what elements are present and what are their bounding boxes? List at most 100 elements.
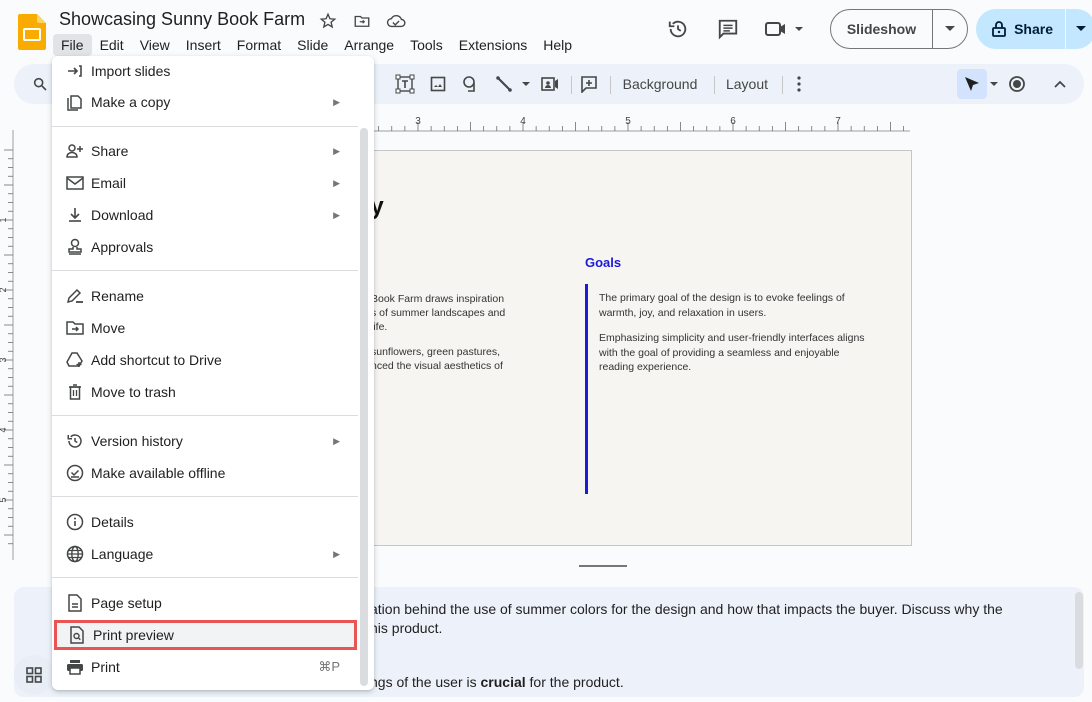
menu-slide[interactable]: Slide — [289, 34, 336, 56]
menu-item-make-available-offline[interactable]: Make available offline — [52, 458, 358, 488]
menu-item-label: Download — [91, 207, 154, 223]
search-menus-icon[interactable] — [28, 64, 52, 104]
line-tool-icon[interactable] — [494, 64, 534, 104]
menu-view[interactable]: View — [132, 34, 178, 56]
menu-extensions[interactable]: Extensions — [451, 34, 535, 56]
left-body-line: life. — [371, 321, 388, 333]
cloud-saved-icon[interactable] — [386, 11, 406, 31]
grid-view-button[interactable] — [14, 655, 54, 695]
menu-item-share[interactable]: Share ▶ — [52, 136, 358, 166]
menu-item-version-history[interactable]: Version history ▶ — [52, 426, 358, 456]
ruler-label: 7 — [835, 116, 841, 127]
slideshow-button[interactable]: Slideshow — [831, 10, 934, 48]
copy-icon — [64, 93, 86, 111]
menu-item-make-a-copy[interactable]: Make a copy ▶ — [52, 87, 358, 117]
menu-item-label: Share — [91, 143, 129, 159]
slideshow-dropdown-button[interactable] — [933, 10, 967, 48]
goals-paragraph-1[interactable]: The primary goal of the design is to evo… — [599, 291, 869, 320]
menu-item-move-to-trash[interactable]: Move to trash — [52, 377, 358, 407]
menu-item-label: Print preview — [93, 627, 174, 643]
menu-item-language[interactable]: Language ▶ — [52, 539, 358, 569]
move-folder-icon[interactable] — [352, 11, 372, 31]
menu-item-details[interactable]: Details — [52, 507, 358, 537]
menu-item-download[interactable]: Download ▶ — [52, 200, 358, 230]
collapse-toolbar-icon[interactable] — [1048, 64, 1072, 104]
grid-view-icon — [26, 667, 42, 683]
menu-item-rename[interactable]: Rename — [52, 281, 358, 311]
menu-item-print-preview[interactable]: Print preview — [54, 620, 357, 650]
menu-edit[interactable]: Edit — [92, 34, 132, 56]
slideshow-button-group: Slideshow — [829, 9, 969, 49]
menu-divider — [52, 270, 358, 271]
share-button[interactable]: Share — [976, 9, 1066, 49]
share-dropdown-button[interactable] — [1066, 9, 1092, 49]
keyboard-shortcut: ⌘P — [318, 659, 340, 674]
share-label: Share — [1014, 21, 1053, 37]
goals-heading[interactable]: Goals — [585, 255, 621, 270]
layout-button[interactable]: Layout — [718, 64, 776, 104]
menu-scrollbar[interactable] — [360, 128, 368, 686]
laser-pointer-icon[interactable] — [1004, 64, 1030, 104]
horizontal-ruler[interactable]: 3456789 — [370, 112, 910, 132]
vertical-ruler[interactable]: 1 2 3 4 5 — [0, 130, 16, 560]
slides-logo-icon[interactable] — [18, 14, 46, 50]
printer-icon — [64, 659, 86, 675]
star-icon[interactable] — [318, 11, 338, 31]
submenu-arrow-icon: ▶ — [333, 145, 340, 156]
ruler-label: 2 — [0, 287, 8, 292]
offline-check-icon — [64, 464, 86, 482]
text-box-icon[interactable] — [394, 64, 416, 104]
menu-item-label: Page setup — [91, 595, 162, 611]
submenu-arrow-icon: ▶ — [333, 435, 340, 446]
left-body-line: sunflowers, green pastures, — [371, 346, 500, 358]
move-folder-icon — [64, 321, 86, 335]
goals-accent-bar — [585, 284, 588, 494]
menu-item-label: Email — [91, 175, 127, 191]
menu-help[interactable]: Help — [535, 34, 580, 56]
notes-text: for the product. — [525, 674, 624, 690]
menu-item-import-slides[interactable]: Import slides — [52, 56, 358, 86]
document-title[interactable]: Showcasing Sunny Book Farm — [59, 9, 305, 30]
notes-text: ngs of the user is — [370, 674, 481, 690]
menu-item-label: Rename — [91, 288, 144, 304]
notes-scrollbar[interactable] — [1075, 592, 1083, 669]
notes-resize-handle[interactable] — [579, 565, 627, 567]
menu-format[interactable]: Format — [229, 34, 289, 56]
menu-item-approvals[interactable]: Approvals — [52, 232, 358, 262]
drive-shortcut-icon — [64, 352, 86, 368]
menu-file[interactable]: File — [53, 34, 92, 56]
notes-bold-text: crucial — [480, 674, 526, 690]
menu-tools[interactable]: Tools — [402, 34, 451, 56]
more-options-icon[interactable] — [789, 64, 809, 104]
comments-icon[interactable] — [710, 11, 746, 47]
menu-item-move[interactable]: Move — [52, 313, 358, 343]
insert-image-icon[interactable] — [428, 64, 448, 104]
menu-insert[interactable]: Insert — [178, 34, 229, 56]
notes-line-2: his product. — [370, 620, 443, 636]
version-history-icon[interactable] — [660, 11, 696, 47]
background-button[interactable]: Background — [614, 64, 706, 104]
select-cursor-icon[interactable] — [957, 69, 987, 99]
menu-item-page-setup[interactable]: Page setup — [52, 588, 358, 618]
add-comment-icon[interactable] — [578, 64, 600, 104]
menu-item-label: Details — [91, 514, 134, 530]
print-preview-icon — [66, 626, 88, 644]
insert-video-icon[interactable] — [539, 64, 561, 104]
ruler-label: 6 — [730, 116, 736, 127]
meet-video-icon[interactable] — [762, 11, 812, 47]
goals-paragraph-2[interactable]: Emphasizing simplicity and user-friendly… — [599, 331, 869, 375]
menu-item-print[interactable]: Print ⌘P — [52, 652, 358, 682]
cursor-dropdown-icon[interactable] — [988, 64, 1000, 104]
menu-divider — [52, 577, 358, 578]
rename-pencil-icon — [64, 288, 86, 304]
menu-item-email[interactable]: Email ▶ — [52, 168, 358, 198]
approval-stamp-icon — [64, 238, 86, 256]
shape-icon[interactable] — [460, 64, 482, 104]
import-icon — [64, 63, 86, 79]
ruler-label: 5 — [625, 116, 631, 127]
menu-arrange[interactable]: Arrange — [336, 34, 402, 56]
menu-item-add-shortcut-to-drive[interactable]: Add shortcut to Drive — [52, 345, 358, 375]
left-body-line: nced the visual aesthetics of — [371, 360, 503, 372]
menu-item-label: Approvals — [91, 239, 154, 255]
menu-item-label: Version history — [91, 433, 183, 449]
